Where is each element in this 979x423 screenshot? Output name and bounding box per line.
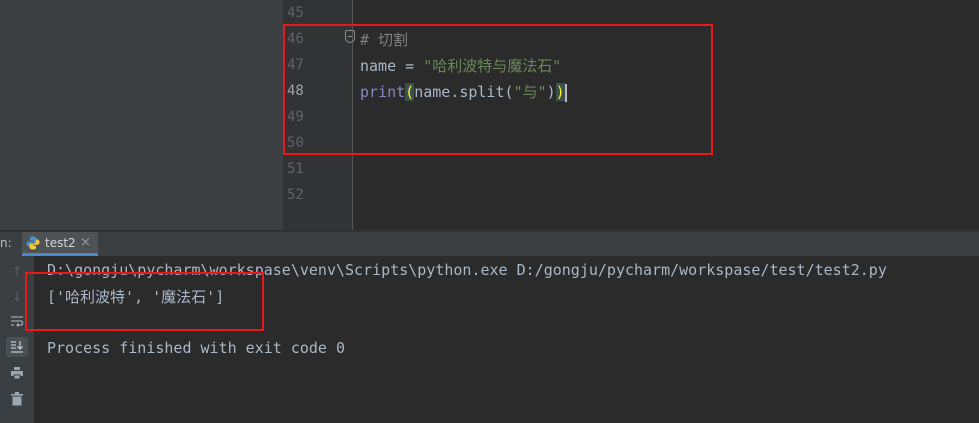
line-number: 51 xyxy=(287,161,304,177)
run-panel-label: n: xyxy=(0,236,12,250)
annotation-box-output xyxy=(25,272,264,331)
python-file-icon xyxy=(26,236,40,250)
tab-label: test2 xyxy=(45,236,76,250)
line-number: 45 xyxy=(287,5,304,21)
run-panel-header xyxy=(0,232,979,256)
trash-icon[interactable] xyxy=(6,389,28,409)
scroll-to-end-icon[interactable] xyxy=(6,337,28,357)
line-number: 52 xyxy=(287,187,304,203)
project-panel xyxy=(0,0,283,230)
print-icon[interactable] xyxy=(6,363,28,383)
console-exit-message: Process finished with exit code 0 xyxy=(47,339,346,357)
annotation-box-code xyxy=(283,24,713,155)
close-icon[interactable]: × xyxy=(80,235,91,250)
